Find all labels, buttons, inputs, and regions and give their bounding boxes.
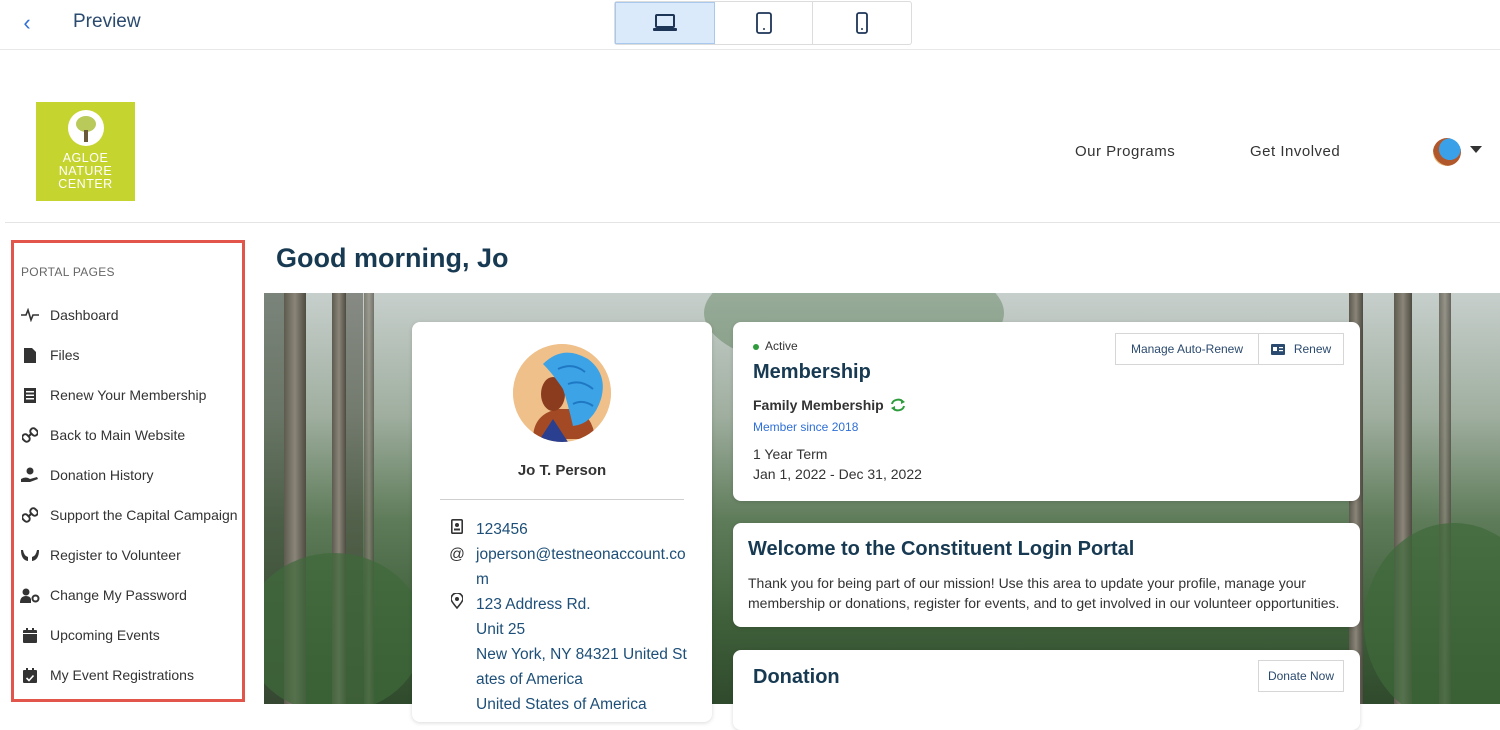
status-dot: [753, 343, 759, 350]
mobile-icon: [856, 12, 869, 34]
preview-title: Preview: [73, 11, 141, 32]
tree-icon: [67, 110, 104, 146]
calendar-icon: [20, 626, 40, 644]
nav-our-programs[interactable]: Our Programs: [1075, 143, 1175, 160]
sidebar-heading: PORTAL PAGES: [21, 265, 115, 279]
refresh-icon: [890, 398, 905, 412]
caret-down-icon[interactable]: [1470, 146, 1482, 153]
donation-card: Donation Donate Now: [733, 650, 1360, 730]
id-badge-icon: [446, 517, 468, 542]
device-tablet-button[interactable]: [715, 2, 814, 44]
user-gear-icon: [20, 586, 40, 604]
renew-button[interactable]: Renew: [1258, 333, 1344, 365]
sidebar-item-files[interactable]: Files: [14, 335, 242, 375]
profile-card: Jo T. Person 123456 @ joperson@testneona…: [412, 322, 712, 722]
membership-title: Membership: [753, 361, 871, 383]
welcome-title: Welcome to the Constituent Login Portal: [748, 538, 1135, 560]
sidebar-item-capital-campaign[interactable]: Support the Capital Campaign: [14, 495, 242, 535]
nav-get-involved[interactable]: Get Involved: [1250, 143, 1340, 160]
sidebar-item-event-registrations[interactable]: My Event Registrations: [14, 655, 242, 695]
address-line: United States of America: [476, 696, 647, 713]
membership-type: Family Membership: [753, 397, 906, 413]
preview-toolbar: ‹ Preview: [0, 0, 1500, 50]
tablet-icon: [755, 12, 772, 34]
membership-card: Active Membership Manage Auto-Renew Rene…: [733, 322, 1360, 501]
sidebar-item-dashboard[interactable]: Dashboard: [14, 295, 242, 335]
device-mobile-button[interactable]: [813, 2, 911, 44]
profile-email-row: @ joperson@testneonaccount.com: [446, 542, 691, 592]
address-line: New York, NY 84321 United States of Amer…: [476, 646, 687, 688]
logo-text: AGLOE NATURE CENTER: [58, 151, 113, 191]
sidebar-item-upcoming-events[interactable]: Upcoming Events: [14, 615, 242, 655]
welcome-card: Welcome to the Constituent Login Portal …: [733, 523, 1360, 627]
id-card-icon: [1270, 343, 1285, 355]
location-pin-icon: [446, 592, 468, 717]
link-icon: [20, 426, 40, 444]
membership-dates: Jan 1, 2022 - Dec 31, 2022: [753, 466, 922, 482]
divider: [440, 499, 684, 500]
portal-sidebar: PORTAL PAGES Dashboard Files Renew Your …: [11, 240, 245, 702]
link-icon: [20, 506, 40, 524]
welcome-body: Thank you for being part of our mission!…: [748, 575, 1340, 611]
membership-term: 1 Year Term: [753, 446, 828, 462]
profile-avatar: [513, 344, 611, 442]
address-line: Unit 25: [476, 621, 526, 638]
status-badge: Active: [753, 339, 798, 353]
sidebar-item-main-website[interactable]: Back to Main Website: [14, 415, 242, 455]
laptop-icon: [652, 14, 677, 31]
calendar-check-icon: [20, 666, 40, 684]
profile-name: Jo T. Person: [517, 462, 607, 479]
sidebar-item-renew-membership[interactable]: Renew Your Membership: [14, 375, 242, 415]
at-icon: @: [449, 546, 465, 563]
site-header: AGLOE NATURE CENTER Our Programs Get Inv…: [5, 50, 1500, 223]
pulse-icon: [20, 306, 40, 324]
file-icon: [20, 346, 40, 364]
manage-auto-renew-button[interactable]: Manage Auto-Renew: [1115, 333, 1259, 365]
member-since: Member since 2018: [753, 420, 859, 434]
donate-now-button[interactable]: Donate Now: [1258, 660, 1344, 692]
sidebar-item-register-volunteer[interactable]: Register to Volunteer: [14, 535, 242, 575]
profile-address-row: 123 Address Rd. Unit 25 New York, NY 843…: [446, 592, 691, 717]
list-doc-icon: [20, 386, 40, 404]
device-laptop-button[interactable]: [615, 2, 715, 44]
device-switcher: [614, 1, 912, 45]
hands-icon: [20, 546, 40, 564]
profile-email[interactable]: joperson@testneonaccount.com: [476, 542, 691, 592]
page-greeting: Good morning, Jo: [276, 243, 509, 273]
chevron-left-icon: ‹: [23, 10, 31, 35]
profile-id: 123456: [476, 521, 528, 538]
address-line: 123 Address Rd.: [476, 596, 591, 613]
back-button[interactable]: ‹: [14, 10, 40, 36]
user-avatar[interactable]: [1433, 138, 1461, 166]
sidebar-item-change-password[interactable]: Change My Password: [14, 575, 242, 615]
site-logo[interactable]: AGLOE NATURE CENTER: [36, 102, 135, 201]
profile-id-row: 123456: [446, 517, 691, 542]
donation-title: Donation: [753, 666, 840, 688]
hand-heart-icon: [20, 466, 40, 484]
sidebar-item-donation-history[interactable]: Donation History: [14, 455, 242, 495]
